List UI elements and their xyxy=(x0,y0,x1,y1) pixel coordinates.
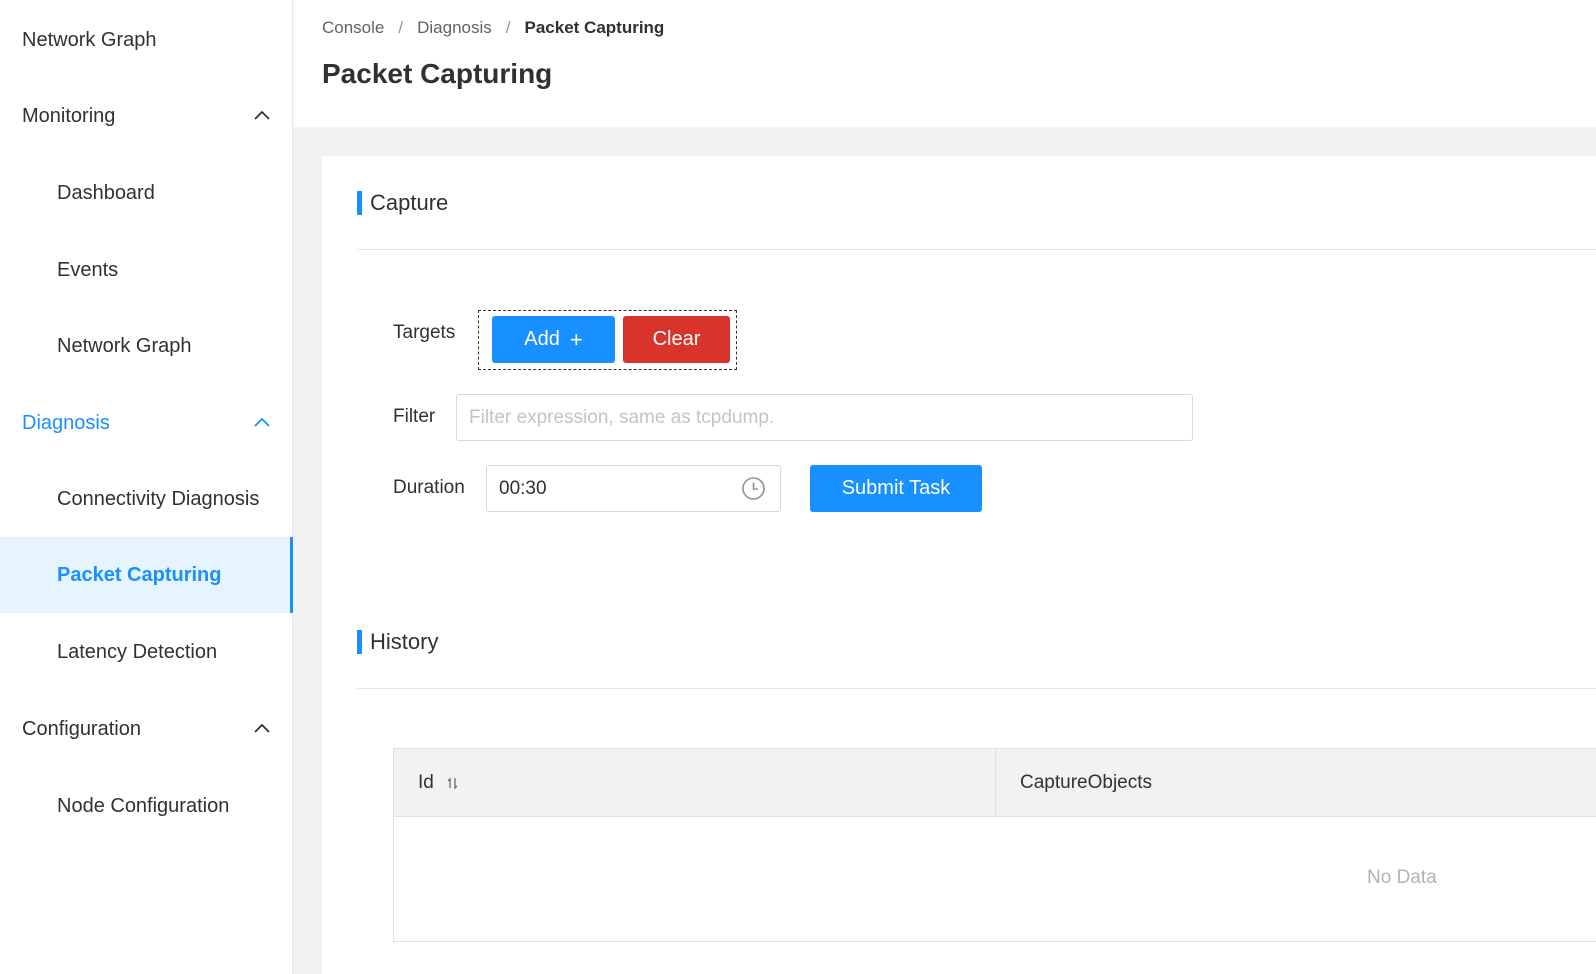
sidebar-item-label: Dashboard xyxy=(57,181,155,204)
section-accent-bar xyxy=(357,630,362,654)
history-table: Id CaptureObjects No Data xyxy=(393,748,1596,942)
chevron-up-icon xyxy=(253,720,271,738)
column-header-captureobjects[interactable]: CaptureObjects xyxy=(996,749,1596,816)
breadcrumb-item-current: Packet Capturing xyxy=(524,18,665,37)
breadcrumb-separator: / xyxy=(505,18,511,37)
page-header: Console / Diagnosis / Packet Capturing P… xyxy=(293,0,1596,127)
duration-input[interactable] xyxy=(486,465,781,512)
sidebar-item-label: Monitoring xyxy=(22,104,116,127)
sidebar-group-monitoring[interactable]: Monitoring xyxy=(0,78,293,154)
sidebar-item-label: Configuration xyxy=(22,717,141,740)
sidebar-item-label: Network Graph xyxy=(57,334,192,357)
targets-label: Targets xyxy=(393,322,456,343)
sidebar-item-node-configuration[interactable]: Node Configuration xyxy=(0,768,293,844)
breadcrumb: Console / Diagnosis / Packet Capturing xyxy=(322,18,664,38)
breadcrumb-item-console[interactable]: Console xyxy=(322,18,384,38)
capture-section-title: Capture xyxy=(357,190,448,216)
sidebar-item-network-graph[interactable]: Network Graph xyxy=(0,308,293,384)
clear-targets-button[interactable]: Clear xyxy=(623,316,730,363)
sort-icon[interactable] xyxy=(446,774,460,792)
chevron-up-icon xyxy=(253,414,271,432)
sidebar-item-latency-detection[interactable]: Latency Detection xyxy=(0,614,293,690)
sidebar-item-label: Node Configuration xyxy=(57,794,230,817)
breadcrumb-item-diagnosis[interactable]: Diagnosis xyxy=(417,18,492,38)
empty-state-text: No Data xyxy=(1367,867,1437,888)
table-header: Id CaptureObjects xyxy=(394,749,1596,817)
app-window: Network Graph Monitoring Dashboard Event… xyxy=(0,0,1596,974)
sidebar-item-packet-capturing[interactable]: Packet Capturing xyxy=(0,537,293,613)
sidebar-item-label: Diagnosis xyxy=(22,411,110,434)
plus-icon: + xyxy=(569,326,583,352)
sidebar: Network Graph Monitoring Dashboard Event… xyxy=(0,0,293,974)
sidebar-group-diagnosis[interactable]: Diagnosis xyxy=(0,385,293,461)
column-header-label: Id xyxy=(418,771,434,793)
sidebar-item-connectivity-diagnosis[interactable]: Connectivity Diagnosis xyxy=(0,461,293,537)
sidebar-item-label: Events xyxy=(57,258,119,281)
clock-icon[interactable] xyxy=(741,476,766,501)
breadcrumb-separator: / xyxy=(398,18,404,37)
sidebar-item-label: Connectivity Diagnosis xyxy=(57,487,260,510)
filter-input[interactable] xyxy=(456,394,1193,441)
page-title: Packet Capturing xyxy=(322,58,553,89)
submit-button-label: Submit Task xyxy=(841,477,951,499)
history-title-text: History xyxy=(370,629,439,654)
column-header-id[interactable]: Id xyxy=(394,749,996,816)
sidebar-item-dashboard[interactable]: Dashboard xyxy=(0,155,293,231)
sidebar-item-label: Packet Capturing xyxy=(57,563,222,586)
sidebar-item-events[interactable]: Events xyxy=(0,232,293,308)
add-target-button[interactable]: Add + xyxy=(492,316,615,363)
capture-divider xyxy=(357,249,1596,250)
section-accent-bar xyxy=(357,191,362,215)
filter-label: Filter xyxy=(393,406,436,427)
duration-label: Duration xyxy=(393,477,465,498)
history-divider xyxy=(357,688,1596,689)
history-section-title: History xyxy=(357,629,438,655)
clear-button-label: Clear xyxy=(652,328,701,350)
sidebar-group-configuration[interactable]: Configuration xyxy=(0,691,293,767)
column-header-label: CaptureObjects xyxy=(1020,771,1153,793)
capture-title-text: Capture xyxy=(370,190,449,215)
submit-task-button[interactable]: Submit Task xyxy=(810,465,982,512)
chevron-up-icon xyxy=(253,107,271,125)
sidebar-item-label: Latency Detection xyxy=(57,640,218,663)
sidebar-item-network-graph-top[interactable]: Network Graph xyxy=(0,2,293,78)
sidebar-item-label: Network Graph xyxy=(22,28,157,51)
add-button-label: Add xyxy=(524,328,560,350)
